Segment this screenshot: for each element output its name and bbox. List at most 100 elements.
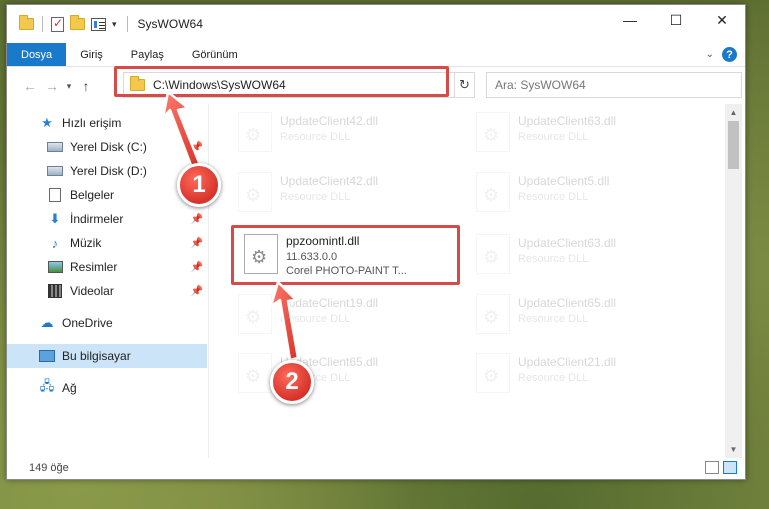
help-icon[interactable]: ? bbox=[722, 47, 737, 62]
quick-access-toolbar: ▾ bbox=[19, 15, 117, 32]
ribbon-right-controls: ⌄ ? bbox=[706, 47, 737, 62]
file-name: UpdateClient65.dll bbox=[518, 296, 617, 310]
pin-icon[interactable]: 📌 bbox=[191, 238, 203, 249]
sidebar-item-label: Yerel Disk (D:) bbox=[70, 164, 147, 178]
recent-locations-chevron-icon[interactable]: ▾ bbox=[63, 81, 75, 92]
sidebar-item-network[interactable]: 🖧 Ağ bbox=[7, 376, 207, 400]
expand-ribbon-chevron-icon[interactable]: ⌄ bbox=[706, 49, 714, 60]
sidebar-item-label: Resimler bbox=[70, 260, 118, 274]
file-description: Resource DLL bbox=[280, 191, 351, 203]
sidebar-item-label: Müzik bbox=[70, 236, 102, 250]
properties-check-icon[interactable] bbox=[51, 16, 64, 32]
file-name: UpdateClient42.dll bbox=[280, 114, 379, 128]
cloud-icon: ☁ bbox=[40, 315, 54, 330]
file-tile[interactable]: UpdateClient5.dll Resource DLL bbox=[470, 166, 692, 218]
file-tile[interactable]: UpdateClient65.dll Resource DLL bbox=[470, 288, 692, 340]
address-highlight-box bbox=[114, 66, 449, 97]
status-bar: 149 öğe bbox=[7, 457, 745, 479]
sidebar-item-videos[interactable]: Videolar 📌 bbox=[7, 279, 207, 303]
scroll-up-icon[interactable]: ▲ bbox=[725, 104, 742, 121]
file-tile[interactable]: UpdateClient42.dll Resource DLL bbox=[232, 166, 454, 218]
drive-icon bbox=[47, 142, 63, 152]
details-view-icon[interactable] bbox=[705, 461, 719, 474]
folder-icon bbox=[19, 15, 34, 30]
file-tile[interactable]: UpdateClient21.dll Resource DLL bbox=[470, 347, 692, 399]
tab-file[interactable]: Dosya bbox=[7, 43, 67, 66]
file-tile[interactable]: UpdateClient63.dll Resource DLL bbox=[470, 228, 692, 280]
refresh-button[interactable]: ↻ bbox=[454, 73, 474, 97]
sidebar-item-pictures[interactable]: Resimler 📌 bbox=[7, 255, 207, 279]
file-tile[interactable]: UpdateClient19.dll Resource DLL bbox=[232, 288, 454, 340]
sidebar-item-label: Bu bilgisayar bbox=[62, 349, 131, 363]
sidebar-item-label: Hızlı erişim bbox=[62, 116, 122, 130]
scroll-down-icon[interactable]: ▼ bbox=[725, 441, 742, 458]
file-name: UpdateClient63.dll bbox=[518, 114, 617, 128]
properties-icon[interactable] bbox=[91, 17, 106, 31]
sidebar-item-downloads[interactable]: ⬇ İndirmeler 📌 bbox=[7, 207, 207, 231]
file-description: Resource DLL bbox=[280, 313, 351, 325]
up-button[interactable]: ↑ bbox=[75, 78, 97, 94]
dll-file-icon bbox=[238, 112, 272, 152]
pin-icon[interactable]: 📌 bbox=[191, 262, 203, 273]
file-name: UpdateClient5.dll bbox=[518, 174, 610, 188]
sidebar-item-onedrive[interactable]: ☁ OneDrive bbox=[7, 311, 207, 335]
ribbon-tabs: Dosya Giriş Paylaş Görünüm ⌄ ? bbox=[7, 43, 745, 67]
pin-icon[interactable]: 📌 bbox=[191, 142, 203, 153]
dll-file-icon bbox=[238, 172, 272, 212]
sidebar-item-label: Ağ bbox=[62, 381, 77, 395]
file-description: Resource DLL bbox=[518, 313, 589, 325]
videos-icon bbox=[48, 284, 62, 298]
sidebar-item-this-pc[interactable]: Bu bilgisayar bbox=[7, 344, 207, 368]
back-button[interactable]: ← bbox=[19, 78, 41, 94]
documents-icon bbox=[49, 188, 61, 202]
sidebar-item-label: OneDrive bbox=[62, 316, 113, 330]
toolbar-separator bbox=[42, 16, 43, 32]
title-separator bbox=[126, 16, 128, 32]
new-folder-icon[interactable] bbox=[70, 15, 85, 30]
sidebar-item-quick-access[interactable]: ★ Hızlı erişim bbox=[7, 111, 207, 135]
file-description: Resource DLL bbox=[518, 191, 589, 203]
download-icon: ⬇ bbox=[49, 211, 61, 226]
dll-file-icon bbox=[476, 234, 510, 274]
music-icon: ♪ bbox=[51, 235, 59, 251]
view-toggle bbox=[705, 461, 737, 474]
file-tile[interactable]: UpdateClient63.dll Resource DLL bbox=[470, 106, 692, 158]
navigation-pane: ★ Hızlı erişim Yerel Disk (C:) 📌 Yerel D… bbox=[7, 104, 209, 458]
file-tile[interactable]: UpdateClient42.dll Resource DLL bbox=[232, 106, 454, 158]
pin-icon[interactable]: 📌 bbox=[191, 286, 203, 297]
computer-icon bbox=[39, 350, 55, 362]
dll-file-icon bbox=[476, 172, 510, 212]
file-description: Resource DLL bbox=[518, 253, 589, 265]
file-description: Resource DLL bbox=[518, 372, 589, 384]
pin-icon[interactable]: 📌 bbox=[191, 214, 203, 225]
step-1-badge: 1 bbox=[177, 163, 221, 207]
file-tile[interactable]: UpdateClient65.dllResource DLL bbox=[232, 347, 454, 399]
maximize-button[interactable]: ☐ bbox=[653, 5, 699, 35]
network-icon: 🖧 bbox=[39, 378, 55, 393]
window-controls: — ☐ ✕ bbox=[607, 5, 745, 35]
sidebar-item-music[interactable]: ♪ Müzik 📌 bbox=[7, 231, 207, 255]
search-input[interactable]: Ara: SysWOW64 bbox=[486, 72, 742, 98]
large-icons-view-icon[interactable] bbox=[723, 461, 737, 474]
sidebar-item-label: Videolar bbox=[70, 284, 114, 298]
file-name: UpdateClient19.dll bbox=[280, 296, 379, 310]
forward-button[interactable]: → bbox=[41, 78, 63, 94]
tab-share[interactable]: Paylaş bbox=[117, 43, 178, 66]
sidebar-item-local-disk-c[interactable]: Yerel Disk (C:) 📌 bbox=[7, 135, 207, 159]
dll-file-icon bbox=[476, 353, 510, 393]
drive-icon bbox=[47, 166, 63, 176]
scrollbar-thumb[interactable] bbox=[728, 121, 739, 169]
vertical-scrollbar[interactable]: ▲ ▼ bbox=[725, 104, 742, 458]
close-button[interactable]: ✕ bbox=[699, 5, 745, 35]
file-name: UpdateClient21.dll bbox=[518, 355, 617, 369]
star-icon: ★ bbox=[41, 115, 53, 130]
window-title: SysWOW64 bbox=[137, 17, 203, 31]
minimize-button[interactable]: — bbox=[607, 5, 653, 35]
tab-home[interactable]: Giriş bbox=[66, 43, 117, 66]
dll-file-icon bbox=[476, 112, 510, 152]
step-2-badge: 2 bbox=[270, 360, 314, 404]
item-count: 149 öğe bbox=[29, 462, 69, 474]
tab-view[interactable]: Görünüm bbox=[178, 43, 252, 66]
customize-toolbar-chevron-icon[interactable]: ▾ bbox=[112, 19, 117, 30]
file-name: UpdateClient42.dll bbox=[280, 174, 379, 188]
